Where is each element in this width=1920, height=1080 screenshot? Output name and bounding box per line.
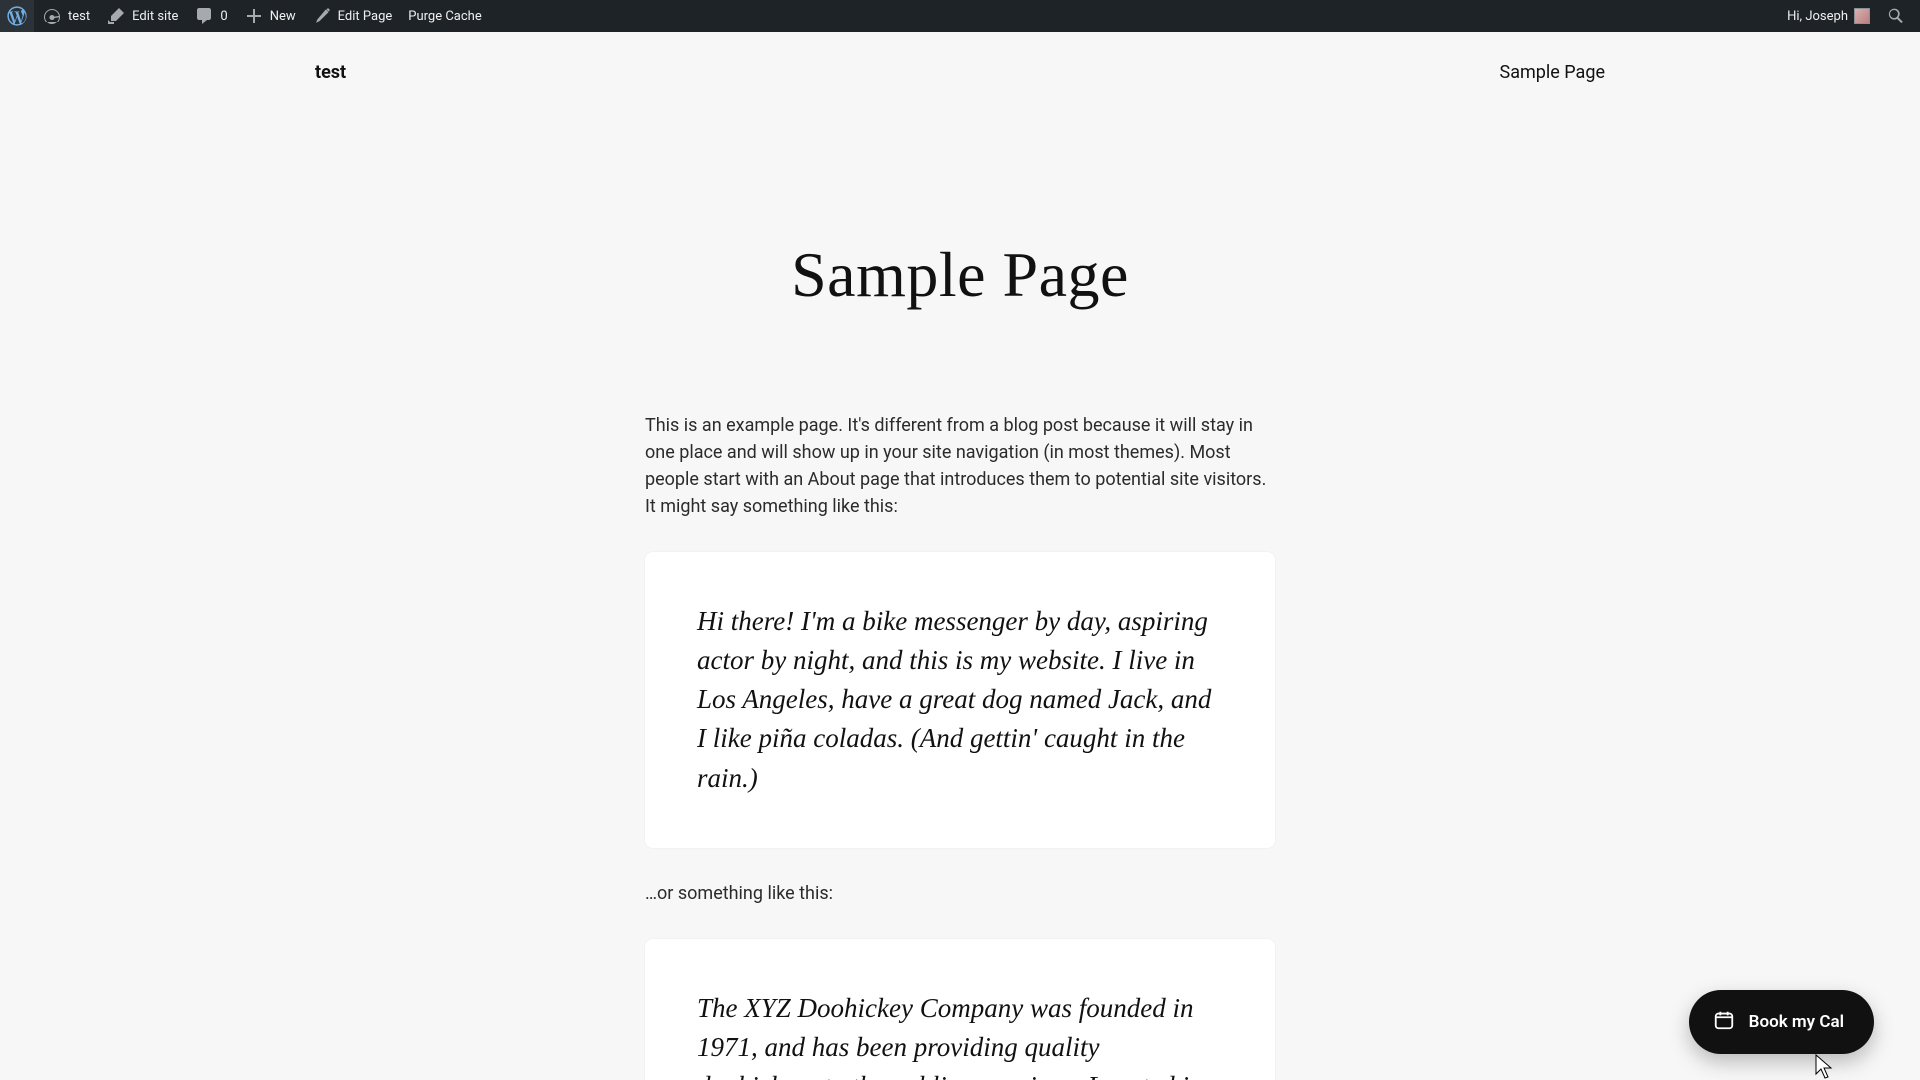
intro-paragraph: This is an example page. It's different … [645, 412, 1275, 520]
adminbar-edit-site[interactable]: Edit site [98, 0, 186, 32]
wordpress-icon [7, 6, 27, 26]
book-cal-button[interactable]: Book my Cal [1689, 990, 1874, 1054]
page-title: Sample Page [645, 238, 1275, 312]
search-icon [1886, 6, 1906, 26]
pencil-icon [312, 6, 332, 26]
wp-admin-bar: test Edit site 0 New Edit Page [0, 0, 1920, 32]
brush-icon [106, 6, 126, 26]
nav-sample-page[interactable]: Sample Page [1500, 62, 1605, 83]
adminbar-greeting: Hi, Joseph [1787, 9, 1848, 24]
adminbar-site-name-label: test [68, 9, 90, 24]
page-content: Sample Page This is an example page. It'… [645, 83, 1275, 1080]
blockquote-1: Hi there! I'm a bike messenger by day, a… [645, 552, 1275, 848]
adminbar-account[interactable]: Hi, Joseph [1779, 0, 1878, 32]
blockquote-2-text: The XYZ Doohickey Company was founded in… [697, 989, 1223, 1080]
comment-icon [194, 6, 214, 26]
primary-nav: Sample Page [1500, 62, 1605, 83]
adminbar-search[interactable] [1878, 0, 1914, 32]
bridge-paragraph: …or something like this: [645, 880, 1275, 907]
avatar [1854, 8, 1870, 24]
adminbar-comments-count: 0 [220, 9, 227, 24]
site-header: test Sample Page [315, 32, 1605, 83]
adminbar-new-label: New [270, 9, 296, 24]
book-cal-label: Book my Cal [1749, 1012, 1844, 1032]
plus-icon [244, 6, 264, 26]
adminbar-purge-cache-label: Purge Cache [408, 9, 481, 24]
adminbar-edit-page[interactable]: Edit Page [304, 0, 401, 32]
site-title[interactable]: test [315, 62, 346, 83]
dashboard-icon [42, 6, 62, 26]
adminbar-edit-site-label: Edit site [132, 9, 178, 24]
adminbar-new[interactable]: New [236, 0, 304, 32]
adminbar-site-name[interactable]: test [34, 0, 98, 32]
wp-logo[interactable] [0, 0, 34, 32]
blockquote-2: The XYZ Doohickey Company was founded in… [645, 939, 1275, 1080]
blockquote-1-text: Hi there! I'm a bike messenger by day, a… [697, 602, 1223, 798]
adminbar-edit-page-label: Edit Page [338, 9, 393, 24]
calendar-icon [1713, 1009, 1735, 1036]
adminbar-purge-cache[interactable]: Purge Cache [400, 0, 489, 32]
adminbar-comments[interactable]: 0 [186, 0, 235, 32]
page-scroll-area[interactable]: test Sample Page Sample Page This is an … [0, 32, 1920, 1080]
